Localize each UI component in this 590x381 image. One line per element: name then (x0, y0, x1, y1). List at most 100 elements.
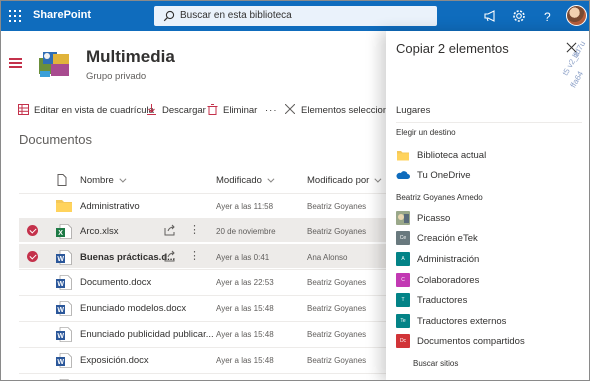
close-icon[interactable] (565, 41, 578, 54)
site-initials-icon: Dc (396, 334, 410, 348)
destination-site[interactable]: C Colaboradores (396, 273, 582, 289)
find-sites-link[interactable]: Buscar sitios (413, 359, 458, 368)
table-row[interactable] (19, 373, 391, 380)
destination-label: Tu OneDrive (417, 170, 471, 181)
column-header-name[interactable]: Nombre (80, 175, 127, 186)
table-row[interactable]: W Documento.docx Ayer a las 22:53 Beatri… (19, 269, 391, 293)
file-name[interactable]: Buenas prácticas.d... (80, 252, 175, 263)
modified-date: Ayer a las 0:41 (216, 253, 270, 262)
file-name[interactable]: Enunciado modelos.docx (80, 303, 186, 314)
file-name[interactable]: Exposición.docx (80, 355, 149, 366)
destination-site[interactable]: Te Traductores externos (396, 314, 582, 330)
folder-icon (397, 151, 409, 161)
chevron-down-icon (374, 175, 382, 183)
file-name[interactable]: Arco.xlsx (80, 226, 119, 237)
avatar[interactable] (566, 5, 587, 26)
destination-current-library[interactable]: Biblioteca actual (396, 148, 582, 164)
destination-label: Traductores (417, 295, 468, 306)
column-name-label: Nombre (80, 175, 114, 186)
file-type-header-icon[interactable] (56, 174, 68, 186)
modified-date: Ayer a las 15:48 (216, 304, 274, 313)
site-title[interactable]: Multimedia (86, 47, 175, 67)
trash-icon (207, 104, 218, 115)
close-icon (285, 104, 295, 114)
column-header-modified-by[interactable]: Modificado por (307, 175, 382, 186)
hamburger-icon[interactable] (9, 58, 22, 68)
site-logo (39, 52, 69, 77)
help-icon[interactable]: ? (539, 8, 555, 24)
svg-text:W: W (57, 307, 64, 314)
destination-site[interactable]: Picasso (396, 211, 582, 227)
modified-by[interactable]: Ana Alonso (307, 253, 347, 262)
svg-text:W: W (57, 281, 64, 288)
modified-by[interactable]: Beatriz Goyanes (307, 202, 366, 211)
word-file-icon: W (56, 275, 72, 290)
more-commands-button[interactable]: ··· (265, 105, 278, 116)
modified-date: Ayer a las 15:48 (216, 356, 274, 365)
svg-text:X: X (58, 230, 63, 237)
gear-icon[interactable] (511, 8, 527, 24)
search-placeholder: Buscar en esta biblioteca (180, 10, 292, 21)
library-heading: Documentos (19, 132, 92, 147)
modified-date: Ayer a las 22:53 (216, 278, 274, 287)
destination-onedrive[interactable]: Tu OneDrive (396, 168, 582, 184)
suite-bar: SharePoint Buscar en esta biblioteca ? (1, 1, 589, 31)
modified-by[interactable]: Beatriz Goyanes (307, 356, 366, 365)
destination-label: Administración (417, 254, 480, 265)
table-row[interactable]: W Enunciado publicidad publicar... Ayer … (19, 321, 391, 345)
modified-date: 20 de noviembre (216, 227, 276, 236)
panel-title: Copiar 2 elementos (396, 41, 509, 56)
share-icon[interactable] (164, 250, 176, 262)
modified-date: Ayer a las 15:48 (216, 330, 274, 339)
site-initials-icon: A (396, 252, 410, 266)
delete-label: Eliminar (223, 105, 258, 116)
user-sites-label: Beatriz Goyanes Arnedo (396, 193, 483, 202)
waffle-icon[interactable] (9, 10, 21, 22)
chevron-down-icon (267, 175, 275, 183)
table-row[interactable]: W Buenas prácticas.d... ⋮ Ayer a las 0:4… (19, 244, 391, 268)
svg-text:W: W (57, 333, 64, 340)
svg-text:W: W (57, 256, 64, 263)
table-row[interactable]: W Exposición.docx Ayer a las 15:48 Beatr… (19, 347, 391, 371)
site-subtitle: Grupo privado (86, 71, 147, 82)
search-box[interactable]: Buscar en esta biblioteca (154, 6, 437, 26)
table-row[interactable]: X Arco.xlsx ⋮ 20 de noviembre Beatriz Go… (19, 218, 391, 242)
destination-label: Picasso (417, 213, 451, 224)
modified-by[interactable]: Beatriz Goyanes (307, 330, 366, 339)
modified-by[interactable]: Beatriz Goyanes (307, 227, 366, 236)
download-button[interactable]: Descargar (147, 104, 206, 116)
destination-label: Creación eTek (417, 233, 478, 244)
table-row[interactable]: Administrativo Ayer a las 11:58 Beatriz … (19, 193, 391, 217)
more-options-icon[interactable]: ⋮ (189, 223, 200, 236)
excel-file-icon: X (56, 224, 72, 239)
site-picasso-icon (396, 211, 410, 225)
app-brand[interactable]: SharePoint (33, 9, 91, 21)
destination-site[interactable]: T Traductores (396, 293, 582, 309)
column-header-modified[interactable]: Modificado (216, 175, 275, 186)
modified-date: Ayer a las 11:58 (216, 202, 274, 211)
row-checked-icon[interactable] (27, 225, 38, 236)
grid-icon (18, 104, 29, 115)
clear-selection-button[interactable]: Elementos seleccionad (285, 104, 399, 116)
destination-site[interactable]: Ce Creación eTek (396, 231, 582, 247)
more-options-icon[interactable]: ⋮ (189, 249, 200, 262)
modified-by[interactable]: Beatriz Goyanes (307, 278, 366, 287)
search-icon (163, 10, 175, 22)
megaphone-icon[interactable] (482, 8, 498, 24)
destination-site[interactable]: Dc Documentos compartidos (396, 334, 582, 350)
file-name[interactable]: Administrativo (80, 201, 140, 212)
edit-grid-button[interactable]: Editar en vista de cuadrícula (18, 104, 154, 116)
destination-site[interactable]: A Administración (396, 252, 582, 268)
table-row[interactable]: W Enunciado modelos.docx Ayer a las 15:4… (19, 295, 391, 319)
file-name[interactable]: Documento.docx (80, 277, 151, 288)
column-modified-label: Modificado (216, 175, 262, 186)
download-label: Descargar (162, 105, 206, 116)
app-frame: SharePoint Buscar en esta biblioteca ? M… (0, 0, 590, 381)
places-heading: Lugares (396, 105, 431, 116)
site-initials-icon: C (396, 273, 410, 287)
share-icon[interactable] (164, 224, 176, 236)
delete-button[interactable]: Eliminar (207, 104, 258, 116)
file-name[interactable]: Enunciado publicidad publicar... (80, 329, 214, 340)
row-checked-icon[interactable] (27, 251, 38, 262)
modified-by[interactable]: Beatriz Goyanes (307, 304, 366, 313)
